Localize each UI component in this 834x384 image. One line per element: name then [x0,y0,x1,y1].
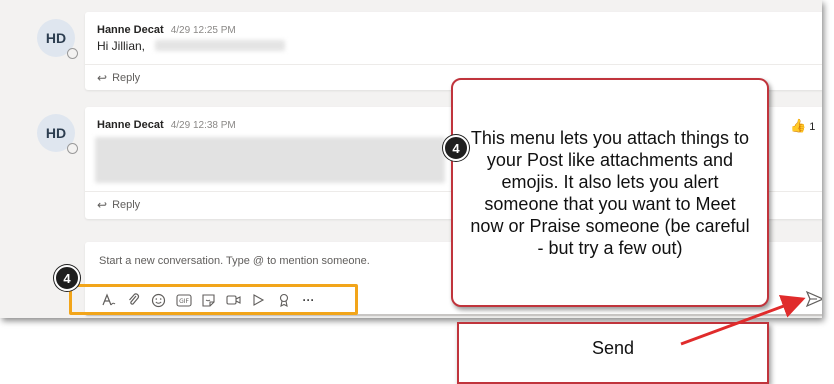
reply-arrow-icon: ↩ [97,71,108,85]
presence-icon [67,143,78,154]
reply-arrow-icon: ↩ [97,198,108,212]
step-number: 4 [63,270,71,286]
post-header: Hanne Decat 4/29 12:38 PM [97,119,236,131]
menu-callout: This menu lets you attach things to your… [451,78,769,307]
redacted-text [95,137,445,183]
timestamp: 4/29 12:38 PM [170,120,236,131]
presence-icon [67,48,78,59]
menu-callout-text: This menu lets you attach things to your… [470,127,750,258]
reaction-count: 1 [809,121,816,133]
reply-label: Reply [112,199,141,211]
toolbar-highlight [69,284,358,315]
reply-label: Reply [112,72,141,84]
post-text: Hi Jillian, [97,39,146,53]
send-callout: Send [457,322,769,384]
post-header: Hanne Decat 4/29 12:25 PM [97,24,236,36]
send-icon[interactable] [805,289,822,309]
step-number: 4 [452,140,460,156]
thumbs-up-icon: 👍 [790,118,807,133]
step-badge: 4 [54,265,80,291]
avatar-initials: HD [45,30,67,46]
timestamp: 4/29 12:25 PM [170,25,236,36]
redacted-text [155,40,285,51]
compose-placeholder[interactable]: Start a new conversation. Type @ to ment… [99,255,370,267]
reaction[interactable]: 👍 1 [790,118,815,134]
author-name[interactable]: Hanne Decat [97,119,164,131]
avatar-initials: HD [45,125,67,141]
avatar[interactable]: HD [37,114,78,154]
send-callout-text: Send [591,338,635,358]
step-badge: 4 [443,135,469,161]
author-name[interactable]: Hanne Decat [97,24,164,36]
avatar[interactable]: HD [37,19,78,59]
